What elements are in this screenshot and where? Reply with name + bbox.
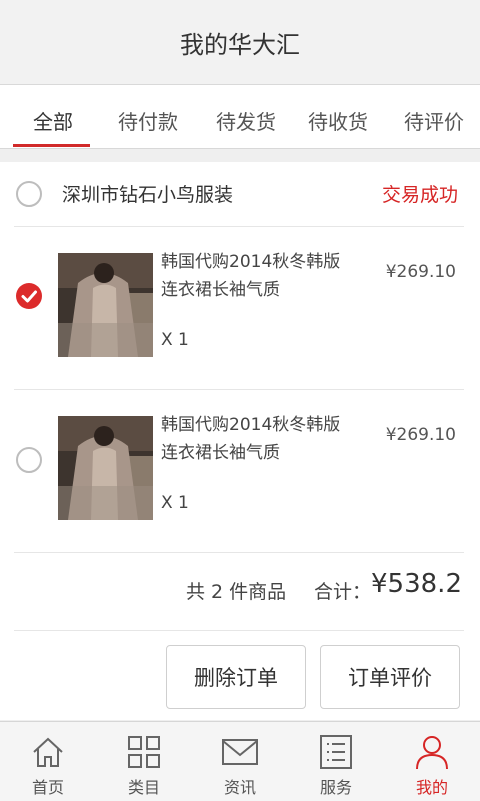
product-price: ¥269.10 <box>385 425 456 445</box>
item-checkbox-checked[interactable] <box>16 283 42 309</box>
order-summary: 共 2 件商品 合计： ¥538.2 <box>14 553 464 631</box>
product-title[interactable]: 韩国代购2014秋冬韩版连衣裙长袖气质 <box>161 248 351 304</box>
tab-all[interactable]: 全部 <box>5 85 101 148</box>
order-item[interactable]: 韩国代购2014秋冬韩版连衣裙长袖气质 X 1 ¥269.10 <box>14 226 464 390</box>
product-image[interactable] <box>58 416 153 520</box>
grid-icon <box>128 736 160 768</box>
nav-label: 服务 <box>319 778 352 797</box>
shop-name: 深圳市钻石小鸟服装 <box>62 184 234 206</box>
nav-item-mine[interactable]: 我的 <box>384 722 480 801</box>
order-card: 深圳市钻石小鸟服装 交易成功 韩国代购2014秋冬韩版连衣裙长袖气质 X 1 ¥… <box>0 162 480 720</box>
nav-label: 我的 <box>415 778 448 797</box>
shop-select-radio[interactable] <box>16 181 42 207</box>
item-checkbox[interactable] <box>16 447 42 473</box>
tab-pending-receipt[interactable]: 待收货 <box>290 85 386 148</box>
nav-item-home[interactable]: 首页 <box>0 722 96 801</box>
product-quantity: X 1 <box>161 493 189 513</box>
app-header: 我的华大汇 <box>0 0 480 85</box>
product-quantity: X 1 <box>161 330 189 350</box>
tab-pending-review[interactable]: 待评价 <box>386 85 480 148</box>
delete-order-button[interactable]: 删除订单 <box>166 645 306 709</box>
total-label: 合计： <box>314 581 372 603</box>
user-icon <box>416 736 448 770</box>
nav-item-news[interactable]: 资讯 <box>192 722 288 801</box>
nav-item-service[interactable]: 服务 <box>288 722 384 801</box>
nav-label: 资讯 <box>223 778 256 797</box>
home-icon <box>33 737 63 767</box>
review-order-button[interactable]: 订单评价 <box>320 645 460 709</box>
product-title[interactable]: 韩国代购2014秋冬韩版连衣裙长袖气质 <box>161 411 351 467</box>
bottom-navigation: 首页 类目 资讯 服务 我的 <box>0 721 480 801</box>
nav-label: 类目 <box>127 778 160 797</box>
check-icon <box>21 290 37 303</box>
nav-label: 首页 <box>31 778 64 797</box>
active-tab-indicator <box>13 144 90 147</box>
tab-pending-shipment[interactable]: 待发货 <box>198 85 294 148</box>
order-tabs: 全部 待付款 待发货 待收货 待评价 <box>0 85 480 149</box>
tab-pending-payment[interactable]: 待付款 <box>100 85 196 148</box>
item-count: 共 2 件商品 <box>186 581 287 603</box>
order-status: 交易成功 <box>381 184 458 206</box>
total-amount: ¥538.2 <box>371 569 462 599</box>
mail-icon <box>222 739 258 765</box>
shop-header: 深圳市钻石小鸟服装 交易成功 <box>14 162 464 227</box>
page-title: 我的华大汇 <box>180 30 300 59</box>
order-item[interactable]: 韩国代购2014秋冬韩版连衣裙长袖气质 X 1 ¥269.10 <box>14 389 464 553</box>
list-icon <box>320 735 352 769</box>
product-price: ¥269.10 <box>385 262 456 282</box>
product-image[interactable] <box>58 253 153 357</box>
nav-item-category[interactable]: 类目 <box>96 722 192 801</box>
